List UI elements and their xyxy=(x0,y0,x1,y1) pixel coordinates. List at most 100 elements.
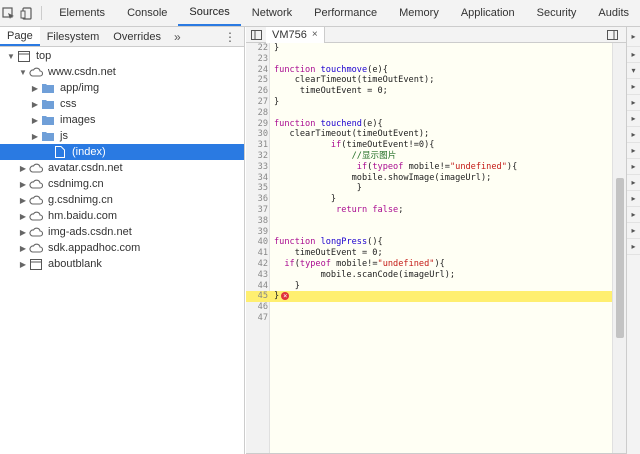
toggle-debugger-icon[interactable] xyxy=(602,29,622,40)
sidebar-expand-icon[interactable]: ▸ xyxy=(627,223,640,239)
scrollbar-thumb[interactable] xyxy=(616,178,624,338)
code-line[interactable]: 37 return false; xyxy=(246,205,612,216)
tab-network[interactable]: Network xyxy=(241,0,303,26)
tree-item-www-csdn-net[interactable]: ▼ www.csdn.net xyxy=(0,64,244,80)
device-icon[interactable] xyxy=(18,0,36,26)
tree-item-css[interactable]: ▶ css xyxy=(0,96,244,112)
sidebar-expand-icon[interactable]: ▸ xyxy=(627,175,640,191)
code-line[interactable]: 40 function longPress(){ xyxy=(246,237,612,248)
chevron-right-icon[interactable]: ▶ xyxy=(30,84,40,93)
code-line[interactable]: 25 clearTimeout(timeOutEvent); xyxy=(246,75,612,86)
line-number[interactable]: 47 xyxy=(246,313,268,324)
code-line[interactable]: 34 mobile.showImage(imageUrl); xyxy=(246,173,612,184)
tab-elements[interactable]: Elements xyxy=(48,0,116,26)
code-line[interactable]: 22} xyxy=(246,43,612,54)
tab-security[interactable]: Security xyxy=(526,0,588,26)
chevron-down-icon[interactable]: ▼ xyxy=(18,68,28,77)
subtab-filesystem[interactable]: Filesystem xyxy=(40,27,107,46)
tree-item-hm-baidu-com[interactable]: ▶ hm.baidu.com xyxy=(0,208,244,224)
line-number[interactable]: 46 xyxy=(246,302,268,313)
line-number[interactable]: 41 xyxy=(246,248,268,259)
code-line[interactable]: 27} xyxy=(246,97,612,108)
tree-item-app-img[interactable]: ▶ app/img xyxy=(0,80,244,96)
code-line[interactable]: 24 function touchmove(e){ xyxy=(246,65,612,76)
code-line[interactable]: 43 mobile.scanCode(imageUrl); xyxy=(246,270,612,281)
line-number[interactable]: 29 xyxy=(246,119,268,130)
line-number[interactable]: 23 xyxy=(246,54,268,65)
code-line[interactable]: 28 xyxy=(246,108,612,119)
chevron-right-icon[interactable]: ▶ xyxy=(18,228,28,237)
editor-tab-vm756[interactable]: VM756 × xyxy=(266,26,325,43)
chevron-right-icon[interactable]: ▶ xyxy=(18,164,28,173)
line-number[interactable]: 37 xyxy=(246,205,268,216)
line-number[interactable]: 36 xyxy=(246,194,268,205)
chevron-right-icon[interactable]: ▶ xyxy=(18,212,28,221)
line-number[interactable]: 32 xyxy=(246,151,268,162)
line-number[interactable]: 22 xyxy=(246,43,268,54)
chevron-right-icon[interactable]: ▶ xyxy=(18,244,28,253)
sidebar-expand-icon[interactable]: ▸ xyxy=(627,111,640,127)
line-number[interactable]: 27 xyxy=(246,97,268,108)
code-line[interactable]: 45} × xyxy=(246,291,612,303)
line-number[interactable]: 44 xyxy=(246,281,268,292)
code-line[interactable]: 35 } xyxy=(246,183,612,194)
line-number[interactable]: 24 xyxy=(246,65,268,76)
tab-application[interactable]: Application xyxy=(450,0,526,26)
chevron-down-icon[interactable]: ▼ xyxy=(6,52,16,61)
chevron-right-icon[interactable]: ▶ xyxy=(18,260,28,269)
tree-item-aboutblank[interactable]: ▶ aboutblank xyxy=(0,256,244,272)
sidebar-toggle-icon[interactable]: ▸ xyxy=(627,27,640,47)
line-number[interactable]: 30 xyxy=(246,129,268,140)
chevron-right-icon[interactable]: ▶ xyxy=(30,100,40,109)
sidebar-expand-icon[interactable]: ▸ xyxy=(627,207,640,223)
code-line[interactable]: 33 if(typeof mobile!="undefined"){ xyxy=(246,162,612,173)
tab-performance[interactable]: Performance xyxy=(303,0,388,26)
tree-item-avatar-csdn-net[interactable]: ▶ avatar.csdn.net xyxy=(0,160,244,176)
navigator-menu-icon[interactable]: ⋮ xyxy=(224,30,236,44)
subtab-overrides[interactable]: Overrides xyxy=(106,27,168,46)
line-number[interactable]: 26 xyxy=(246,86,268,97)
tree-item-g-csdnimg-cn[interactable]: ▶ g.csdnimg.cn xyxy=(0,192,244,208)
code-line[interactable]: 46 xyxy=(246,302,612,313)
sidebar-expand-icon[interactable]: ▸ xyxy=(627,127,640,143)
code-editor[interactable]: 22} 23 24 function touchmove(e){25 clearTim… xyxy=(246,43,626,454)
tab-memory[interactable]: Memory xyxy=(388,0,450,26)
code-line[interactable]: 30 clearTimeout(timeOutEvent); xyxy=(246,129,612,140)
tree-item-sdk-appadhoc-com[interactable]: ▶ sdk.appadhoc.com xyxy=(0,240,244,256)
sidebar-expand-icon[interactable]: ▸ xyxy=(627,239,640,255)
line-number[interactable]: 35 xyxy=(246,183,268,194)
sidebar-expand-icon[interactable]: ▸ xyxy=(627,79,640,95)
more-tabs-button[interactable]: » xyxy=(168,27,187,46)
tab-sources[interactable]: Sources xyxy=(178,0,241,26)
code-line[interactable]: 36 } xyxy=(246,194,612,205)
tab-audits[interactable]: Audits xyxy=(587,0,640,26)
tree-item-js[interactable]: ▶ js xyxy=(0,128,244,144)
chevron-right-icon[interactable]: ▶ xyxy=(18,180,28,189)
line-number[interactable]: 42 xyxy=(246,259,268,270)
close-icon[interactable]: × xyxy=(312,29,318,40)
sidebar-expand-icon[interactable]: ▸ xyxy=(627,95,640,111)
code-line[interactable]: 44 } xyxy=(246,281,612,292)
code-line[interactable]: 41 timeOutEvent = 0; xyxy=(246,248,612,259)
tab-console[interactable]: Console xyxy=(116,0,178,26)
sidebar-expand-icon[interactable]: ▾ xyxy=(627,63,640,79)
line-number[interactable]: 33 xyxy=(246,162,268,173)
tree-item-img-ads-csdn-net[interactable]: ▶ img-ads.csdn.net xyxy=(0,224,244,240)
code-line[interactable]: 47 xyxy=(246,313,612,324)
sidebar-expand-icon[interactable]: ▸ xyxy=(627,159,640,175)
line-number[interactable]: 28 xyxy=(246,108,268,119)
chevron-right-icon[interactable]: ▶ xyxy=(30,132,40,141)
toggle-navigator-icon[interactable] xyxy=(246,29,266,40)
sidebar-expand-icon[interactable]: ▸ xyxy=(627,143,640,159)
chevron-right-icon[interactable]: ▶ xyxy=(18,196,28,205)
line-number[interactable]: 45 xyxy=(246,291,268,302)
tree-item-index[interactable]: (index) xyxy=(0,144,244,160)
code-line[interactable]: 23 xyxy=(246,54,612,65)
tree-item-csdnimg-cn[interactable]: ▶ csdnimg.cn xyxy=(0,176,244,192)
code-line[interactable]: 32 //显示图片 xyxy=(246,151,612,162)
tree-item-images[interactable]: ▶ images xyxy=(0,112,244,128)
code-line[interactable]: 29 function touchend(e){ xyxy=(246,119,612,130)
inspect-icon[interactable] xyxy=(0,0,18,26)
vertical-scrollbar[interactable] xyxy=(612,43,626,453)
line-number[interactable]: 25 xyxy=(246,75,268,86)
